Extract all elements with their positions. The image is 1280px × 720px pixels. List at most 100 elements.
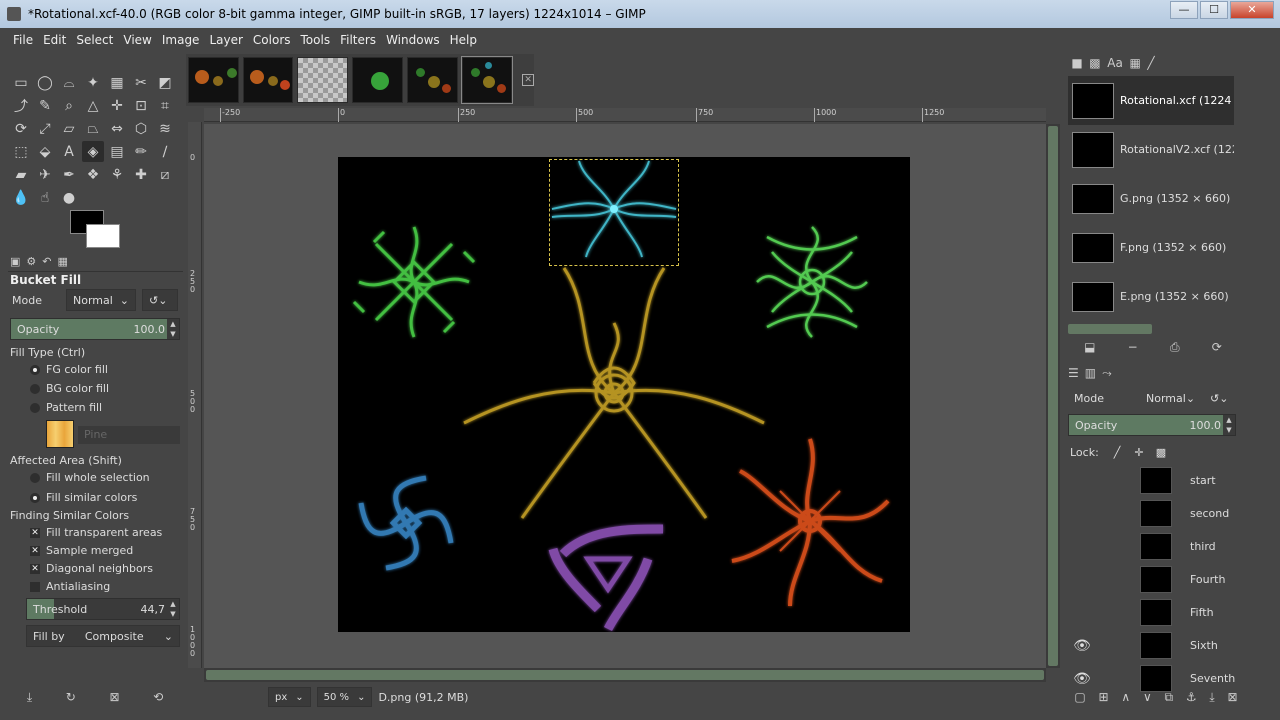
- scale-tool-icon[interactable]: ⤢: [34, 118, 56, 139]
- images-hscroll-thumb[interactable]: [1068, 324, 1152, 334]
- pattern-swatch[interactable]: [46, 420, 74, 448]
- lower-layer-icon[interactable]: ∨: [1143, 690, 1152, 708]
- layer-row[interactable]: second: [1068, 497, 1238, 530]
- fg-bg-colors[interactable]: [70, 210, 130, 254]
- menu-image[interactable]: Image: [157, 33, 205, 47]
- menu-edit[interactable]: Edit: [38, 33, 71, 47]
- pencil-tool-icon[interactable]: ✏: [130, 141, 152, 162]
- fill-type-pattern[interactable]: Pattern fill: [30, 401, 102, 414]
- horizontal-scrollbar[interactable]: [204, 668, 1046, 682]
- paintbrush-tool-icon[interactable]: ∕: [154, 141, 176, 162]
- duplicate-layer-icon[interactable]: ⧉: [1165, 690, 1174, 708]
- layer-opacity-slider[interactable]: Opacity 100.0 ▲ ▼: [1068, 414, 1236, 436]
- diagonal-neighbors-checkbox[interactable]: ✕ Diagonal neighbors: [30, 562, 153, 575]
- eye-icon[interactable]: 👁: [1068, 638, 1096, 654]
- eraser-tool-icon[interactable]: ▰: [10, 164, 32, 185]
- threshold-slider[interactable]: Threshold 44,7 ▲ ▼: [26, 598, 180, 620]
- menu-select[interactable]: Select: [71, 33, 118, 47]
- antialiasing-checkbox[interactable]: Antialiasing: [30, 580, 110, 593]
- undo-history-tab-icon[interactable]: ↶: [42, 255, 51, 271]
- tool-options-tab-icon[interactable]: ▣: [10, 255, 20, 271]
- affected-similar-colors[interactable]: Fill similar colors: [30, 491, 137, 504]
- mode-reset-button[interactable]: ↺⌄: [142, 289, 178, 311]
- image-tab-thumbnail[interactable]: [406, 57, 458, 103]
- image-tab-thumbnail[interactable]: [242, 57, 294, 103]
- layers-tab-icon[interactable]: ☰: [1068, 366, 1079, 382]
- image-item[interactable]: E.png (1352 × 660): [1068, 272, 1234, 321]
- menu-colors[interactable]: Colors: [248, 33, 296, 47]
- sample-merged-checkbox[interactable]: ✕ Sample merged: [30, 544, 133, 557]
- crop-tool-icon[interactable]: ⌗: [154, 95, 176, 116]
- patterns-tab-icon[interactable]: ▩: [1089, 56, 1100, 72]
- image-tab-thumbnail[interactable]: [297, 57, 349, 103]
- fill-by-dropdown[interactable]: Fill by Composite ⌄: [26, 625, 180, 647]
- minimize-button[interactable]: —: [1170, 1, 1198, 19]
- opacity-spinner[interactable]: ▲ ▼: [167, 319, 179, 339]
- menu-help[interactable]: Help: [445, 33, 482, 47]
- menu-layer[interactable]: Layer: [204, 33, 247, 47]
- layer-mode-dropdown[interactable]: Normal ⌄: [1140, 387, 1200, 409]
- layer-row[interactable]: Fourth: [1068, 563, 1238, 596]
- smudge-tool-icon[interactable]: ☝: [34, 187, 56, 208]
- scroll-thumb[interactable]: [206, 670, 1044, 680]
- perspective-clone-tool-icon[interactable]: ⧄: [154, 164, 176, 185]
- image-item[interactable]: RotationalV2.xcf (1224: [1068, 125, 1234, 174]
- eye-icon[interactable]: 👁: [1068, 671, 1096, 687]
- rect-select-tool-icon[interactable]: ▭: [10, 72, 32, 93]
- flip-tool-icon[interactable]: ⇔: [106, 118, 128, 139]
- save-options-icon[interactable]: ⤓: [27, 690, 32, 708]
- close-tab-icon[interactable]: ✕: [522, 74, 534, 86]
- blur-tool-icon[interactable]: 💧: [10, 187, 32, 208]
- fonts-tab-icon[interactable]: Aa: [1107, 56, 1123, 72]
- fill-transparent-checkbox[interactable]: ✕ Fill transparent areas: [30, 526, 162, 539]
- text-tool-icon[interactable]: A: [58, 141, 80, 162]
- open-image-icon[interactable]: ⬓: [1084, 340, 1095, 358]
- layer-row[interactable]: 👁 Sixth: [1068, 629, 1238, 662]
- menu-windows[interactable]: Windows: [381, 33, 445, 47]
- mode-dropdown[interactable]: Normal ⌄: [66, 289, 136, 311]
- new-layer-icon[interactable]: ▢: [1074, 690, 1085, 708]
- threshold-spinner[interactable]: ▲ ▼: [167, 599, 179, 619]
- fill-type-bg[interactable]: BG color fill: [30, 382, 109, 395]
- delete-options-icon[interactable]: ⊠: [109, 690, 119, 708]
- anchor-layer-icon[interactable]: ⚓: [1186, 690, 1197, 708]
- vertical-scrollbar[interactable]: [1046, 124, 1060, 668]
- move-tool-icon[interactable]: ✛: [106, 95, 128, 116]
- opacity-slider[interactable]: Opacity 100.0 ▲ ▼: [10, 318, 180, 340]
- canvas-area[interactable]: [204, 124, 1046, 668]
- unit-dropdown[interactable]: px ⌄: [268, 687, 311, 707]
- background-color-swatch[interactable]: [86, 224, 120, 248]
- marching-ants-selection[interactable]: [549, 159, 679, 266]
- refresh-icon[interactable]: ⟳: [1212, 340, 1222, 358]
- perspective-tool-icon[interactable]: ⏢: [82, 118, 104, 139]
- blend-tool-icon[interactable]: ▤: [106, 141, 128, 162]
- handle-transform-tool-icon[interactable]: ⬙: [34, 141, 56, 162]
- lock-pixels-icon[interactable]: ╱: [1106, 446, 1128, 459]
- print-icon[interactable]: ⎙: [1170, 340, 1180, 358]
- zoom-tool-icon[interactable]: ⌕: [58, 95, 80, 116]
- ellipse-select-tool-icon[interactable]: ◯: [34, 72, 56, 93]
- zoom-dropdown[interactable]: 50 % ⌄: [316, 687, 373, 707]
- image-item[interactable]: Rotational.xcf (1224 ×: [1068, 76, 1234, 125]
- shear-tool-icon[interactable]: ▱: [58, 118, 80, 139]
- gradients-tab-icon[interactable]: ▦: [1129, 56, 1140, 72]
- scroll-thumb[interactable]: [1048, 126, 1058, 666]
- image-item[interactable]: F.png (1352 × 660): [1068, 223, 1234, 272]
- align-tool-icon[interactable]: ⊡: [130, 95, 152, 116]
- channels-tab-icon[interactable]: ▥: [1085, 366, 1096, 382]
- delete-layer-icon[interactable]: ⊠: [1228, 690, 1238, 708]
- lock-alpha-icon[interactable]: ▩: [1150, 446, 1172, 459]
- unified-transform-tool-icon[interactable]: ⬚: [10, 141, 32, 162]
- foreground-select-tool-icon[interactable]: ◩: [154, 72, 176, 93]
- clone-tool-icon[interactable]: ⚘: [106, 164, 128, 185]
- maximize-button[interactable]: ☐: [1200, 1, 1228, 19]
- fuzzy-select-tool-icon[interactable]: ✦: [82, 72, 104, 93]
- scissors-tool-icon[interactable]: ✂: [130, 72, 152, 93]
- affected-whole-selection[interactable]: Fill whole selection: [30, 471, 150, 484]
- image-tab-thumbnail[interactable]: [352, 57, 403, 103]
- image-item[interactable]: G.png (1352 × 660): [1068, 174, 1234, 223]
- dodge-burn-tool-icon[interactable]: ●: [58, 187, 80, 208]
- airbrush-tool-icon[interactable]: ✈: [34, 164, 56, 185]
- free-select-tool-icon[interactable]: ⌓: [58, 72, 80, 93]
- paths-tab-icon[interactable]: ⤳: [1102, 366, 1112, 382]
